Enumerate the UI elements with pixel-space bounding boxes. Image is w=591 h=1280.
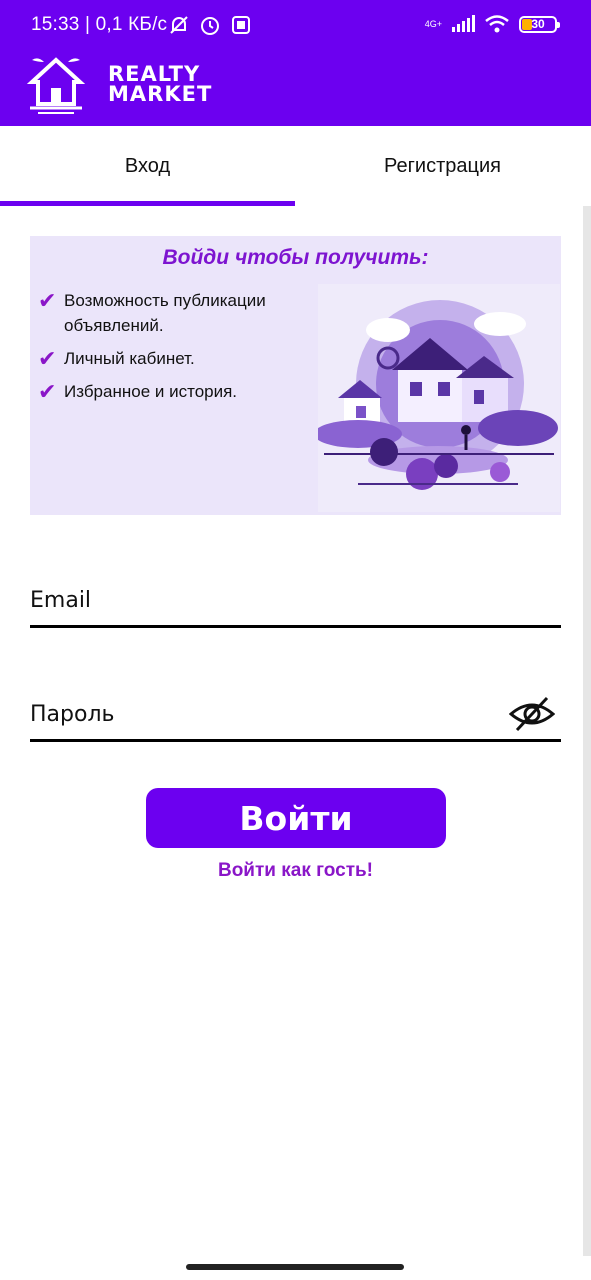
login-button[interactable]: Войти <box>146 788 446 848</box>
list-item: ✔ Возможность публикации объявлений. <box>38 288 338 338</box>
alarm-icon <box>201 17 219 35</box>
battery-icon: 30 <box>519 15 560 33</box>
home-indicator[interactable] <box>186 1264 404 1270</box>
logo-text-line1: REALTY <box>108 62 201 86</box>
screen-record-icon <box>232 16 250 34</box>
checkmark-icon: ✔ <box>38 379 57 404</box>
scrollbar[interactable] <box>583 206 591 1256</box>
houses-illustration <box>318 284 560 512</box>
status-icons-left <box>168 14 252 36</box>
signal-icon <box>452 15 475 32</box>
password-field[interactable] <box>30 692 490 736</box>
email-field-container <box>30 578 561 628</box>
benefit-text: Личный кабинет. <box>64 349 195 368</box>
email-field[interactable] <box>30 578 490 622</box>
mute-notifications-icon <box>170 16 188 34</box>
house-logo-icon <box>26 57 86 114</box>
checkmark-icon: ✔ <box>38 346 57 371</box>
battery-level: 30 <box>531 16 545 31</box>
network-type: 4G+ <box>424 19 442 29</box>
tab-register[interactable]: Регистрация <box>295 126 590 206</box>
logo-text-line2: MARKET <box>108 82 213 106</box>
wifi-icon <box>485 15 509 33</box>
password-field-container <box>30 692 561 742</box>
guest-login-link[interactable]: Войти как гость! <box>0 860 591 882</box>
auth-tabs: Вход Регистрация <box>0 126 591 206</box>
promo-benefits-list: ✔ Возможность публикации объявлений. ✔ Л… <box>38 288 338 412</box>
app-header: 15:33 | 0,1 КБ/с 4G+ 30 REALTY MARKET <box>0 0 591 126</box>
list-item: ✔ Избранное и история. <box>38 379 338 404</box>
benefit-text: Избранное и история. <box>64 382 238 401</box>
tab-login[interactable]: Вход <box>0 126 295 206</box>
list-item: ✔ Личный кабинет. <box>38 346 338 371</box>
checkmark-icon: ✔ <box>38 288 57 313</box>
promo-title: Войди чтобы получить: <box>162 246 429 269</box>
benefit-text: Возможность публикации объявлений. <box>64 291 266 335</box>
status-icons-right: 4G+ 30 <box>424 14 560 34</box>
app-logo: REALTY MARKET <box>24 52 212 116</box>
eye-off-icon[interactable] <box>509 694 555 734</box>
status-time: 15:33 | 0,1 КБ/с <box>31 14 168 35</box>
status-bar: 15:33 | 0,1 КБ/с 4G+ 30 <box>0 0 591 50</box>
promo-card: Войди чтобы получить: ✔ Возможность публ… <box>30 236 561 515</box>
